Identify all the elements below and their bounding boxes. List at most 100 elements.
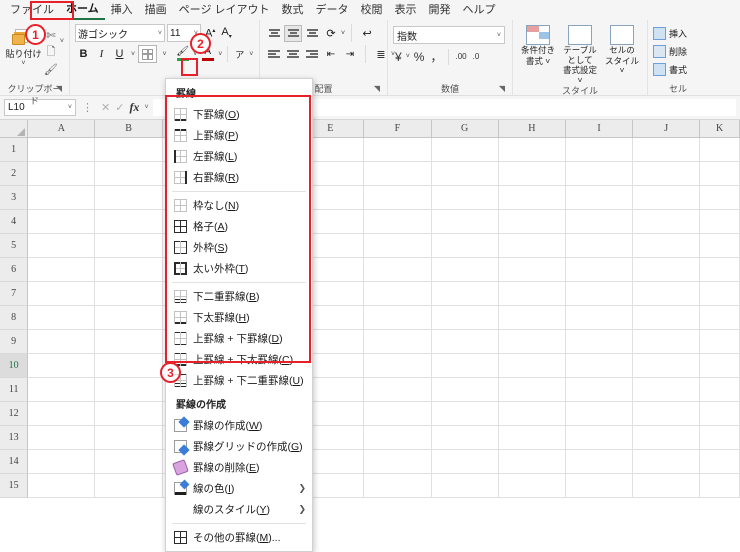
borders-button[interactable]	[138, 45, 158, 63]
cell-f9[interactable]	[363, 329, 432, 354]
tab-review[interactable]: 校閲	[355, 1, 389, 19]
cell-k4[interactable]	[699, 209, 740, 234]
cell-f5[interactable]	[363, 233, 432, 258]
menu-item-border-right[interactable]: 右罫線(R)	[166, 167, 312, 188]
number-format-select[interactable]: 指数 ˅	[393, 26, 505, 44]
cell-b15[interactable]	[94, 473, 163, 498]
cell-f15[interactable]	[363, 473, 432, 498]
insert-cells-button[interactable]: 挿入	[653, 25, 687, 41]
cell-j5[interactable]	[632, 233, 701, 258]
cell-f10[interactable]	[363, 353, 432, 378]
menu-item-border-all[interactable]: 格子(A)	[166, 216, 312, 237]
cell-k3[interactable]	[699, 185, 740, 210]
column-header-k[interactable]: K	[699, 120, 740, 138]
cell-k6[interactable]	[699, 257, 740, 282]
menu-item-border-bottom-double[interactable]: 下二重罫線(B)	[166, 286, 312, 307]
cell-b13[interactable]	[94, 425, 163, 450]
cell-b14[interactable]	[94, 449, 163, 474]
cell-a6[interactable]	[27, 257, 96, 282]
cell-styles-button[interactable]: セルの スタイル ˅	[602, 25, 642, 76]
bold-button[interactable]: B	[75, 45, 92, 63]
cell-g6[interactable]	[431, 257, 499, 282]
copy-icon[interactable]: 🗋	[42, 44, 60, 60]
cell-b9[interactable]	[94, 329, 163, 354]
cell-g8[interactable]	[431, 305, 499, 330]
cell-f3[interactable]	[363, 185, 432, 210]
cell-g5[interactable]	[431, 233, 499, 258]
cell-k5[interactable]	[699, 233, 740, 258]
fill-color-button[interactable]: 🖌	[175, 47, 190, 61]
cell-a5[interactable]	[27, 233, 96, 258]
cell-g12[interactable]	[431, 401, 499, 426]
cell-b1[interactable]	[94, 137, 163, 162]
tab-file[interactable]: ファイル	[4, 1, 60, 19]
cell-h3[interactable]	[498, 185, 566, 210]
increase-indent-button[interactable]: ⇥	[341, 46, 359, 63]
cell-b2[interactable]	[94, 161, 163, 186]
wrap-text-button[interactable]: ↩	[358, 25, 376, 42]
menu-item-border-left[interactable]: 左罫線(L)	[166, 146, 312, 167]
cell-g15[interactable]	[431, 473, 499, 498]
align-right-button[interactable]	[303, 46, 321, 63]
cell-k13[interactable]	[699, 425, 740, 450]
phonetic-guide-button[interactable]: ア	[231, 45, 248, 63]
menu-item-border-top[interactable]: 上罫線(P)	[166, 125, 312, 146]
align-bottom-button[interactable]	[303, 25, 321, 42]
cell-k14[interactable]	[699, 449, 740, 474]
cell-k9[interactable]	[699, 329, 740, 354]
text-orientation-icon[interactable]: ⟳	[322, 25, 340, 42]
cell-a14[interactable]	[27, 449, 96, 474]
row-header-3[interactable]: 3	[0, 185, 29, 210]
cell-i7[interactable]	[565, 281, 634, 306]
select-all-button[interactable]	[0, 120, 29, 138]
cell-j11[interactable]	[632, 377, 701, 402]
tab-insert[interactable]: 挿入	[105, 1, 139, 19]
cell-i10[interactable]	[565, 353, 634, 378]
column-header-j[interactable]: J	[632, 120, 701, 138]
cell-k1[interactable]	[699, 137, 740, 162]
row-header-4[interactable]: 4	[0, 209, 29, 234]
cell-f4[interactable]	[363, 209, 432, 234]
cell-j4[interactable]	[632, 209, 701, 234]
clipboard-dialog-launcher-icon[interactable]: ◥	[56, 83, 62, 95]
font-color-chevron-icon[interactable]: ˅	[216, 51, 224, 58]
cell-g1[interactable]	[431, 137, 499, 162]
column-header-g[interactable]: G	[431, 120, 499, 138]
align-top-button[interactable]	[265, 25, 283, 42]
chevron-down-icon[interactable]: ˅	[68, 104, 72, 111]
cell-i6[interactable]	[565, 257, 634, 282]
menu-item-draw-border[interactable]: 罫線の作成(W)	[166, 415, 312, 436]
underline-button[interactable]: U	[111, 45, 128, 63]
cell-h6[interactable]	[498, 257, 566, 282]
cell-h10[interactable]	[498, 353, 566, 378]
chevron-down-icon[interactable]: ˅	[497, 32, 501, 39]
cell-k8[interactable]	[699, 305, 740, 330]
cell-f7[interactable]	[363, 281, 432, 306]
cell-f8[interactable]	[363, 305, 432, 330]
cell-a10[interactable]	[27, 353, 96, 378]
phonetic-chevron-icon[interactable]: ˅	[249, 51, 253, 58]
row-header-8[interactable]: 8	[0, 305, 29, 330]
cell-i5[interactable]	[565, 233, 634, 258]
column-header-a[interactable]: A	[27, 120, 96, 138]
cell-h11[interactable]	[498, 377, 566, 402]
cell-b4[interactable]	[94, 209, 163, 234]
cell-b12[interactable]	[94, 401, 163, 426]
cell-h5[interactable]	[498, 233, 566, 258]
percent-format-button[interactable]: %	[412, 48, 427, 65]
align-center-button[interactable]	[284, 46, 302, 63]
cell-i12[interactable]	[565, 401, 634, 426]
cell-f2[interactable]	[363, 161, 432, 186]
comma-format-button[interactable]: ，	[428, 48, 444, 65]
menu-item-border-bottom[interactable]: 下罫線(O)	[166, 104, 312, 125]
tab-developer[interactable]: 開発	[423, 1, 457, 19]
cell-a13[interactable]	[27, 425, 96, 450]
cell-b3[interactable]	[94, 185, 163, 210]
cell-h13[interactable]	[498, 425, 566, 450]
cell-a7[interactable]	[27, 281, 96, 306]
alignment-dialog-launcher-icon[interactable]: ◥	[374, 83, 380, 95]
column-header-f[interactable]: F	[363, 120, 432, 138]
cell-a8[interactable]	[27, 305, 96, 330]
menu-item-border-bottom-thick[interactable]: 下太罫線(H)	[166, 307, 312, 328]
chevron-down-icon[interactable]: ˅	[158, 30, 162, 37]
